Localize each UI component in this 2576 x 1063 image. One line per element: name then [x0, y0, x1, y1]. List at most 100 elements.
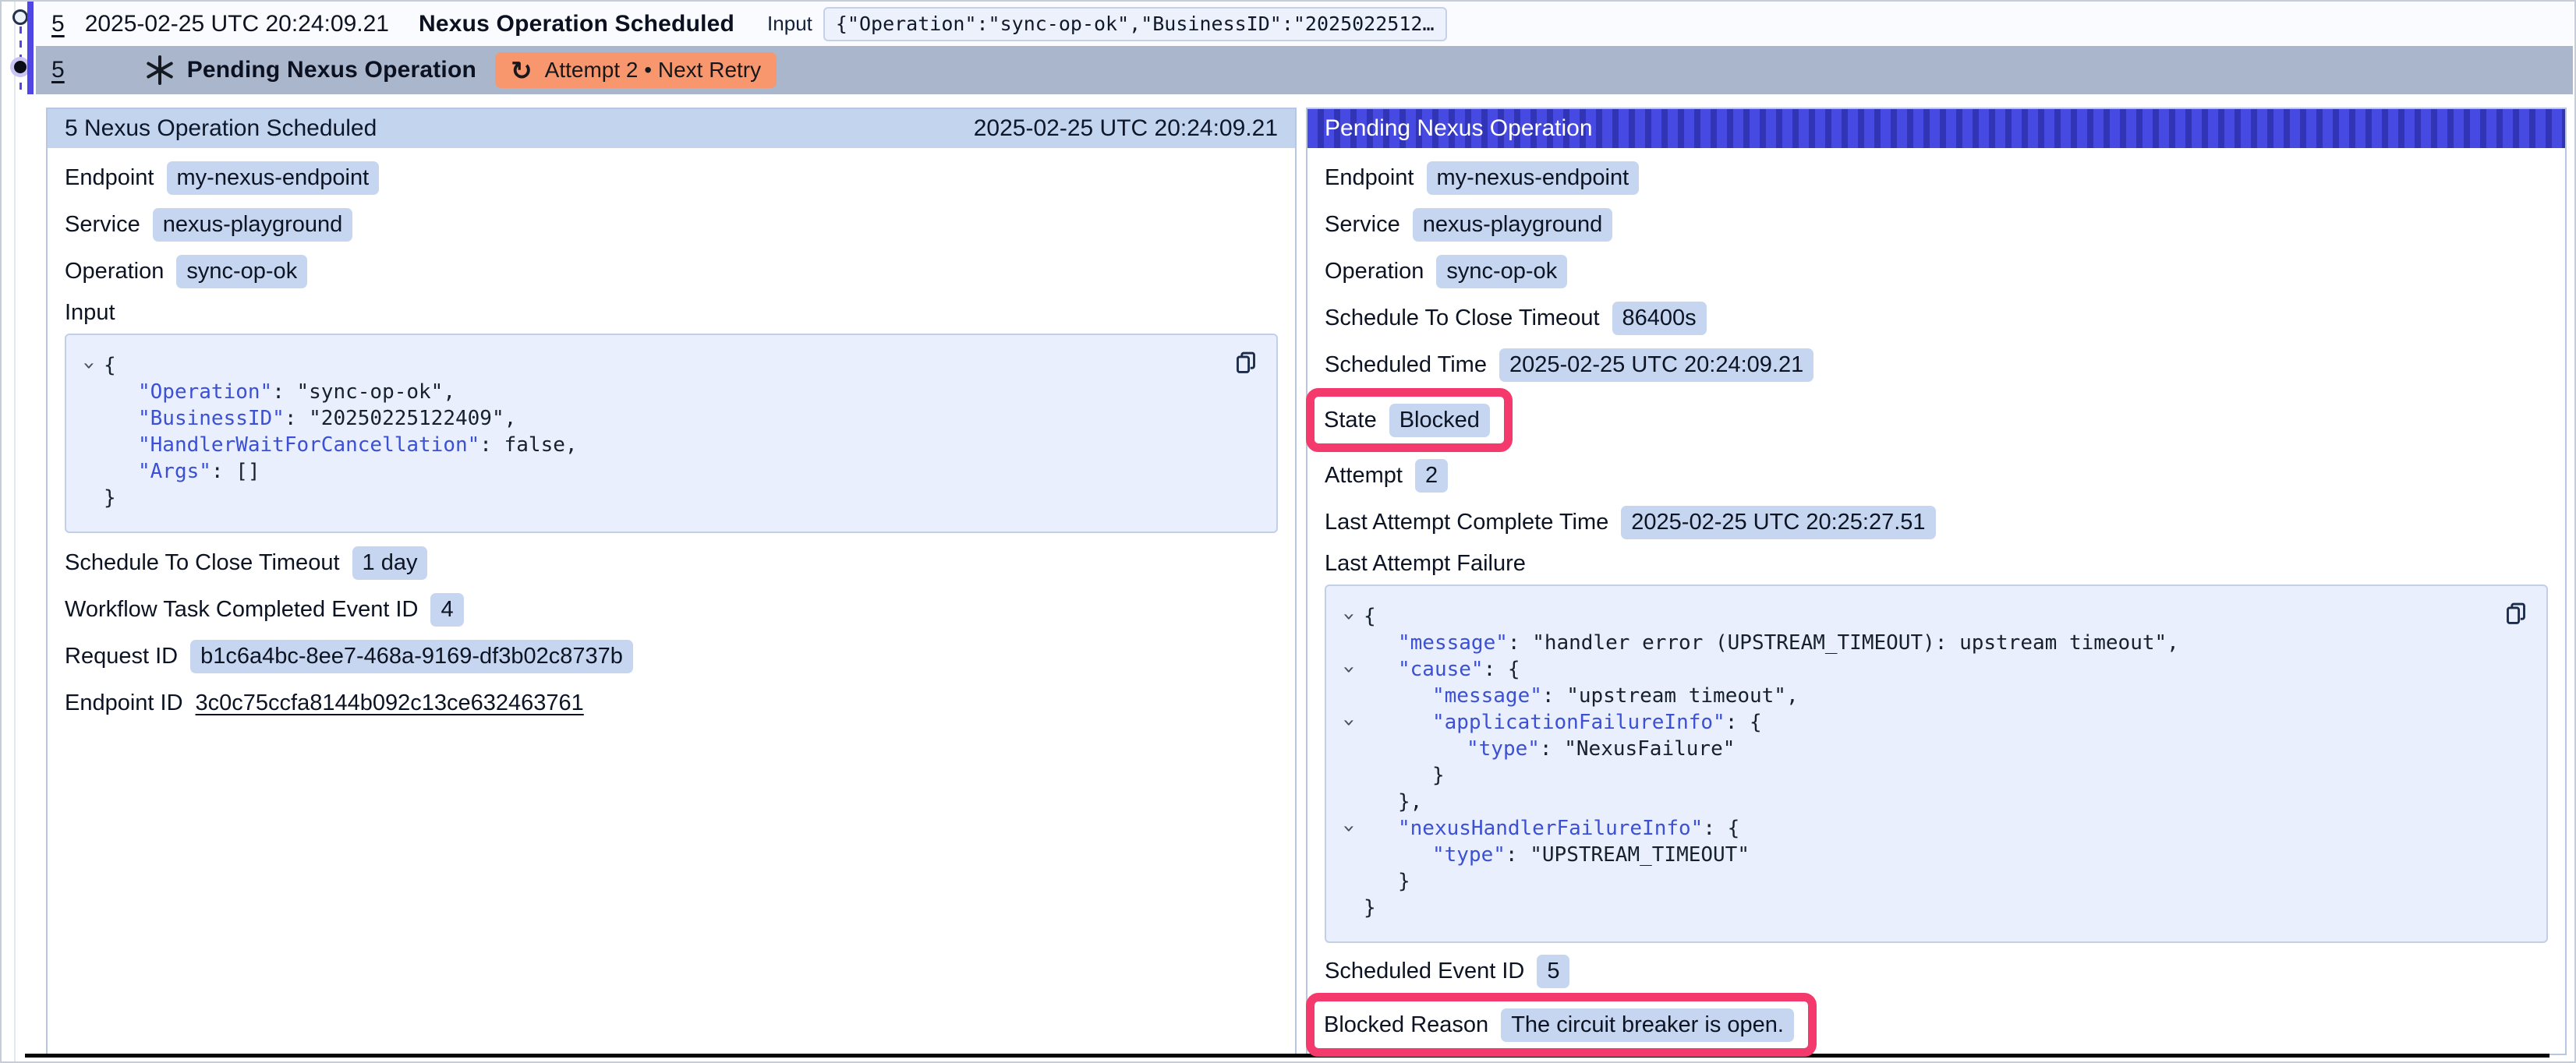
pending-asterisk-icon — [145, 55, 175, 85]
selected-row-indicator — [27, 2, 34, 94]
annotation-box-state: State Blocked — [1306, 388, 1513, 452]
field-value-schedule-to-close-timeout: 1 day — [352, 546, 428, 580]
field-value-request-id: b1c6a4bc-8ee7-468a-9169-df3b02c8737b — [190, 640, 633, 673]
code-line: ›"nexusHandlerFailureInfo": { — [1334, 815, 2531, 842]
event-group-divider — [25, 1054, 2549, 1058]
field-label-service: Service — [1325, 212, 1400, 238]
field-row-operation: Operationsync-op-ok — [1325, 248, 2548, 295]
field-value-state: Blocked — [1389, 404, 1490, 437]
pending-operation-panel-header: Pending Nexus Operation — [1307, 109, 2565, 148]
field-label-scheduled-event-id: Scheduled Event ID — [1325, 959, 1524, 984]
field-label-request-id: Request ID — [65, 644, 178, 669]
pending-nexus-operation-row[interactable]: 5 Pending Nexus Operation ↻ Attempt 2 • … — [36, 46, 2573, 94]
timeline-gutter-line — [14, 2, 16, 1063]
code-gutter — [1334, 762, 1364, 789]
field-row-last-attempt-complete-time: Last Attempt Complete Time 2025-02-25 UTC… — [1325, 499, 2548, 546]
field-row-workflow-task-completed-event-id: Workflow Task Completed Event ID 4 — [65, 586, 1278, 633]
copy-icon — [2502, 619, 2530, 630]
field-label-schedule-to-close-timeout: Schedule To Close Timeout — [1325, 305, 1600, 331]
field-label-attempt: Attempt — [1325, 463, 1403, 489]
event-row-nexus-operation-scheduled[interactable]: 5 2025-02-25 UTC 20:24:09.21 Nexus Opera… — [36, 2, 2573, 46]
field-row-operation: Operationsync-op-ok — [65, 248, 1278, 295]
json-code-block-input_json: ›{"Operation": "sync-op-ok","BusinessID"… — [65, 334, 1278, 533]
field-label-state: State — [1324, 408, 1377, 433]
code-gutter — [1334, 683, 1364, 709]
field-row-request-id: Request ID b1c6a4bc-8ee7-468a-9169-df3b02… — [65, 633, 1278, 680]
code-gutter — [1334, 789, 1364, 815]
code-gutter — [1334, 736, 1364, 762]
field-value-attempt: 2 — [1415, 459, 1448, 493]
event-detail-panel: 5 Nexus Operation Scheduled 2025-02-25 U… — [46, 108, 1297, 1055]
field-row-scheduled-time: Scheduled Time 2025-02-25 UTC 20:24:09.21 — [1325, 341, 2548, 388]
code-line: } — [1334, 762, 2531, 789]
timeline-start-icon — [12, 9, 28, 25]
field-value-service: nexus-playground — [1413, 208, 1613, 242]
collapse-chevron-icon[interactable]: › — [1334, 815, 1364, 842]
event-timestamp: 2025-02-25 UTC 20:24:09.21 — [85, 11, 389, 37]
code-line: "type": "UPSTREAM_TIMEOUT" — [1334, 842, 2531, 868]
json-code-block-failure_json: ›{"message": "handler error (UPSTREAM_TI… — [1325, 584, 2548, 943]
field-row-attempt: Attempt 2 — [1325, 452, 2548, 499]
field-label-last-attempt-complete-time: Last Attempt Complete Time — [1325, 510, 1608, 535]
code-gutter — [1334, 842, 1364, 868]
pending-row-title: Pending Nexus Operation — [187, 57, 476, 83]
code-line: ›{ — [1334, 603, 2531, 630]
event-detail-panel-header: 5 Nexus Operation Scheduled 2025-02-25 U… — [48, 109, 1295, 148]
event-title: Nexus Operation Scheduled — [419, 11, 734, 37]
code-line: "type": "NexusFailure" — [1334, 736, 2531, 762]
code-line: }, — [1334, 789, 2531, 815]
code-gutter — [74, 379, 104, 405]
field-value-endpoint: my-nexus-endpoint — [1427, 161, 1640, 195]
code-line: "message": "upstream timeout", — [1334, 683, 2531, 709]
collapse-chevron-icon[interactable]: › — [74, 352, 104, 379]
copy-button[interactable] — [1231, 349, 1261, 379]
field-label-blocked-reason: Blocked Reason — [1324, 1012, 1488, 1038]
pending-operation-panel: Pending Nexus Operation Endpointmy-nexus… — [1306, 108, 2567, 1055]
code-gutter — [74, 405, 104, 432]
field-label-workflow-task-completed-event-id: Workflow Task Completed Event ID — [65, 597, 418, 623]
code-line: ›"cause": { — [1334, 656, 2531, 683]
field-row-state: State Blocked — [1324, 398, 1490, 442]
code-line: "Args": [] — [74, 458, 1261, 485]
field-row-service: Service nexus-playground — [1325, 201, 2548, 248]
field-label-service: Service — [65, 212, 140, 238]
field-value-scheduled-time: 2025-02-25 UTC 20:24:09.21 — [1499, 348, 1813, 382]
collapse-chevron-icon[interactable]: › — [1334, 709, 1364, 736]
code-gutter — [74, 485, 104, 511]
code-line: "HandlerWaitForCancellation": false, — [74, 432, 1261, 458]
field-label-schedule-to-close-timeout: Schedule To Close Timeout — [65, 550, 340, 576]
field-value-last-attempt-complete-time: 2025-02-25 UTC 20:25:27.51 — [1621, 506, 1935, 539]
field-value-scheduled-event-id: 5 — [1537, 955, 1569, 988]
field-row-endpoint-id: Endpoint ID3c0c75ccfa8144b092c13ce632463… — [65, 680, 1278, 726]
field-value-endpoint-id[interactable]: 3c0c75ccfa8144b092c13ce632463761 — [196, 690, 584, 716]
code-line: ›"applicationFailureInfo": { — [1334, 709, 2531, 736]
collapse-chevron-icon[interactable]: › — [1334, 603, 1364, 630]
panel-title: 5 Nexus Operation Scheduled — [65, 115, 377, 142]
code-line: "message": "handler error (UPSTREAM_TIME… — [1334, 630, 2531, 656]
field-label-operation: Operation — [1325, 259, 1424, 284]
field-row-blocked-reason: Blocked ReasonThe circuit breaker is ope… — [1324, 1003, 1794, 1047]
field-label-scheduled-time: Scheduled Time — [1325, 352, 1487, 378]
annotation-box-blocked-reason: Blocked ReasonThe circuit breaker is ope… — [1306, 993, 1817, 1057]
field-row-service: Service nexus-playground — [65, 201, 1278, 248]
field-row-endpoint: Endpointmy-nexus-endpoint — [1325, 154, 2548, 201]
field-value-workflow-task-completed-event-id: 4 — [430, 593, 463, 627]
collapse-chevron-icon[interactable]: › — [1334, 656, 1364, 683]
retry-badge: ↻ Attempt 2 • Next Retry — [495, 52, 777, 88]
event-id-link[interactable]: 5 — [51, 57, 65, 83]
field-value-service: nexus-playground — [153, 208, 353, 242]
field-row-endpoint: Endpoint my-nexus-endpoint — [65, 154, 1278, 201]
field-label-endpoint: Endpoint — [65, 165, 154, 191]
copy-button[interactable] — [2501, 600, 2531, 630]
code-line: } — [1334, 868, 2531, 895]
field-value-schedule-to-close-timeout: 86400s — [1612, 302, 1707, 335]
code-line: "BusinessID": "20250225122409", — [74, 405, 1261, 432]
field-row-scheduled-event-id: Scheduled Event ID 5 — [1325, 949, 2548, 993]
copy-icon — [1232, 368, 1260, 380]
retry-icon: ↻ — [511, 58, 533, 83]
event-id-link[interactable]: 5 — [51, 11, 65, 37]
field-value-operation: sync-op-ok — [176, 255, 307, 288]
retry-badge-label: Attempt 2 • Next Retry — [545, 58, 761, 83]
code-line: } — [1334, 895, 2531, 921]
field-value-endpoint: my-nexus-endpoint — [167, 161, 380, 195]
